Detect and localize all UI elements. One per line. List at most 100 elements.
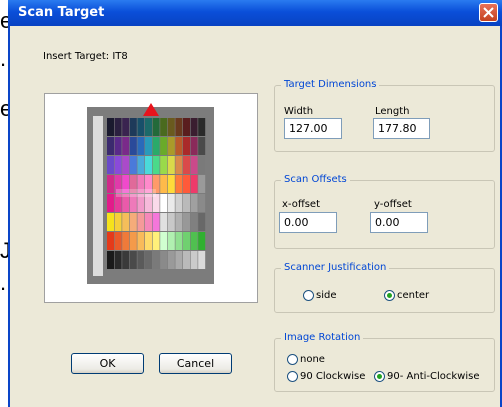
target-color-patch (129, 137, 137, 155)
target-color-patch (160, 137, 168, 155)
target-color-patch (175, 175, 183, 193)
length-field[interactable]: 177.80 (373, 118, 430, 139)
radio-indicator (374, 371, 385, 382)
target-color-patch (190, 156, 198, 174)
target-color-patch (167, 232, 175, 250)
radio-label: center (397, 290, 430, 301)
target-color-patch (107, 232, 114, 250)
image-rotation-group: Image Rotation (274, 332, 495, 392)
target-color-patch (167, 156, 175, 174)
target-color-patch (114, 137, 122, 155)
target-color-patch (183, 213, 190, 231)
target-color-patch (114, 156, 122, 174)
target-color-patch (160, 118, 168, 136)
target-color-patch (183, 137, 190, 155)
target-color-patch (137, 232, 145, 250)
radio-label: side (316, 290, 337, 301)
target-color-patch (198, 194, 206, 212)
justification-side-radio[interactable]: side (303, 290, 337, 301)
x-offset-label: x-offset (282, 199, 321, 210)
target-color-patch (167, 194, 175, 212)
rotation-90-clockwise-radio[interactable]: 90 Clockwise (287, 371, 365, 382)
target-color-patch (198, 213, 206, 231)
target-color-patch (160, 213, 168, 231)
target-color-patch (175, 213, 183, 231)
target-color-patch (167, 137, 175, 155)
target-color-patch (137, 251, 145, 269)
target-color-patch (114, 213, 122, 231)
title-bar[interactable]: Scan Target (8, 0, 502, 26)
target-color-patch (145, 213, 152, 231)
target-color-patch (198, 251, 206, 269)
target-color-patch (122, 232, 130, 250)
radio-label: 90 Clockwise (300, 371, 366, 382)
target-color-patch (175, 137, 183, 155)
target-color-patch (175, 156, 183, 174)
justification-center-radio[interactable]: center (384, 290, 429, 301)
width-field[interactable]: 127.00 (284, 118, 342, 139)
target-color-patch (145, 118, 152, 136)
target-color-patch (190, 232, 198, 250)
target-color-patch (145, 232, 152, 250)
target-color-patch (107, 194, 114, 212)
it8-target-image (87, 103, 214, 284)
target-color-patch (145, 251, 152, 269)
target-color-patch (183, 194, 190, 212)
target-color-patch (183, 118, 190, 136)
target-color-patch (122, 213, 130, 231)
target-color-patch (175, 232, 183, 250)
target-color-patch (152, 156, 160, 174)
target-color-patch (122, 118, 130, 136)
target-color-patch (129, 251, 137, 269)
x-offset-field[interactable]: 0.00 (279, 212, 337, 233)
target-color-patch (152, 118, 160, 136)
ok-button[interactable]: OK (71, 353, 144, 374)
target-color-patch (198, 137, 206, 155)
rotation-none-radio[interactable]: none (287, 354, 325, 365)
radio-indicator (303, 290, 314, 301)
target-color-patch (183, 156, 190, 174)
target-color-patch (167, 251, 175, 269)
image-rotation-legend: Image Rotation (281, 332, 364, 343)
target-color-patch (198, 156, 206, 174)
target-color-patch (183, 251, 190, 269)
radio-label: none (300, 354, 325, 365)
target-color-patch (198, 118, 206, 136)
target-color-patch (137, 137, 145, 155)
target-color-patch (129, 156, 137, 174)
scanner-justification-legend: Scanner Justification (281, 262, 390, 273)
close-icon (483, 7, 494, 18)
cancel-button[interactable]: Cancel (159, 353, 232, 374)
target-color-patch (137, 213, 145, 231)
target-color-patch (160, 194, 168, 212)
target-color-patch (175, 118, 183, 136)
target-color-patch (129, 232, 137, 250)
close-button[interactable] (479, 3, 498, 22)
target-color-patch (160, 156, 168, 174)
target-color-patch (152, 251, 160, 269)
target-preview (44, 93, 258, 303)
target-color-patch (122, 156, 130, 174)
target-color-patch (190, 118, 198, 136)
target-color-patch (167, 213, 175, 231)
width-label: Width (284, 106, 314, 117)
target-color-patch (175, 194, 183, 212)
target-color-patch (190, 213, 198, 231)
target-color-patch (167, 118, 175, 136)
target-color-patch (107, 251, 114, 269)
target-color-patch (129, 213, 137, 231)
radio-label: 90- Anti-Clockwise (387, 371, 480, 382)
target-color-patch (145, 137, 152, 155)
target-color-patch (107, 118, 114, 136)
target-color-patch (160, 175, 168, 193)
length-label: Length (375, 106, 410, 117)
target-color-patch (137, 156, 145, 174)
target-color-patch (107, 137, 114, 155)
radio-indicator (287, 371, 298, 382)
target-color-patch (198, 175, 206, 193)
background-fragment: . (0, 270, 7, 295)
target-color-patch (145, 156, 152, 174)
target-color-patch (114, 251, 122, 269)
rotation-90-anticlockwise-radio[interactable]: 90- Anti-Clockwise (374, 371, 480, 382)
y-offset-field[interactable]: 0.00 (370, 212, 428, 233)
